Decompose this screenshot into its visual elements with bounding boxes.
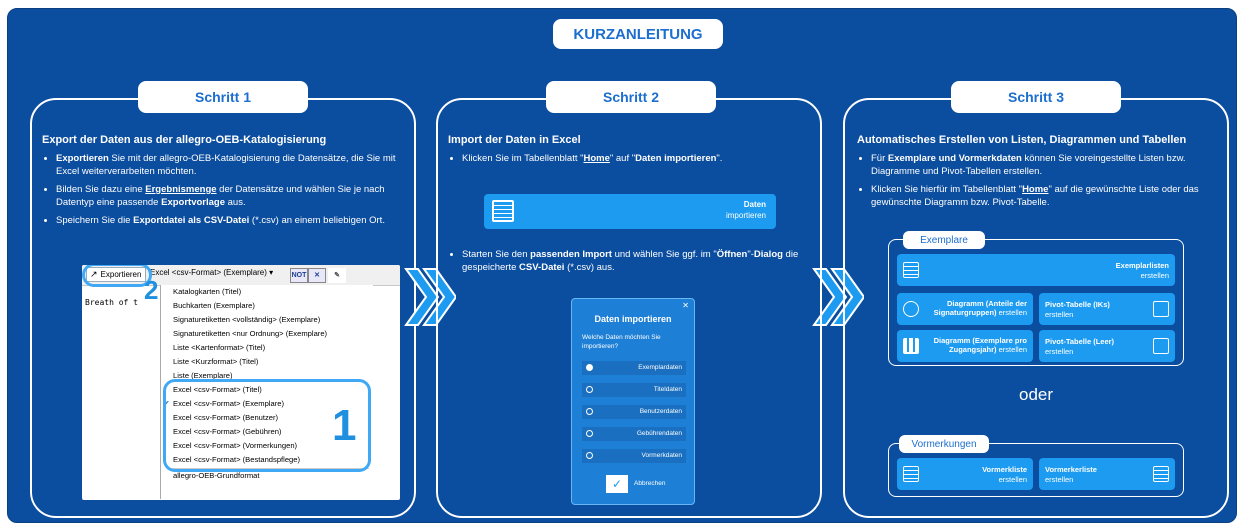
option-exemplardaten[interactable]: Exemplardaten [582, 361, 686, 375]
step-number-2: 2 [144, 275, 159, 305]
format-select[interactable]: Excel <csv-Format> (Exemplare) ▾ [150, 268, 273, 277]
close-icon[interactable]: ✕ [682, 301, 689, 310]
option-vormerkdaten[interactable]: Vormerkdaten [582, 449, 686, 463]
radio[interactable] [586, 452, 593, 459]
radio[interactable] [586, 386, 593, 393]
menu-item[interactable]: Liste <Kartenformat> (Titel) [173, 343, 265, 352]
diagram-years-tile[interactable]: Diagramm (Exemplare pro Zugangsjahr) ers… [897, 330, 1033, 362]
step3-panel: Schritt 3 Automatisches Erstellen von Li… [843, 81, 1231, 518]
menu-item[interactable]: Liste <Kurzformat> (Titel) [173, 357, 258, 366]
exemplare-group: Exemplare Exemplarlisten erstellen Diagr… [888, 231, 1184, 366]
confirm-check-button[interactable]: ✓ [606, 475, 628, 493]
page-title: KURZANLEITUNG [553, 19, 723, 49]
vormerkungen-group: Vormerkungen Vormerkliste erstellen Vorm… [888, 435, 1184, 497]
oder-text: oder [1018, 385, 1054, 404]
vormerkerliste-tile[interactable]: Vormerkerliste erstellen [1039, 458, 1175, 490]
import-button-title: Daten [743, 200, 766, 209]
vormerkliste-tile[interactable]: Vormerkliste erstellen [897, 458, 1033, 490]
step3-heading: Automatisches Erstellen von Listen, Diag… [857, 134, 1187, 146]
step2-bullets-2: Starten Sie den passenden Import und wäh… [448, 248, 822, 279]
radio[interactable] [586, 408, 593, 415]
pencil-icon[interactable]: ✎ [328, 268, 346, 283]
step2-panel: Schritt 2 Import der Daten in Excel Klic… [436, 81, 822, 518]
dialog-title: Daten importieren [594, 314, 672, 324]
table-icon [903, 466, 919, 482]
step2-heading: Import der Daten in Excel [448, 134, 581, 146]
step3-bullet-1: Für Exemplare und Vormerkdaten können Si… [871, 152, 1231, 178]
menu-item[interactable]: Buchkarten (Exemplare) [173, 301, 255, 310]
pivot-leer-tile[interactable]: Pivot-Tabelle (Leer) erstellen [1039, 330, 1175, 362]
step1-label: Schritt 1 [138, 81, 308, 113]
step3-label: Schritt 3 [951, 81, 1121, 113]
step3-bullet-2: Klicken Sie hierfür im Tabellenblatt "Ho… [871, 183, 1231, 209]
step1-panel: Schritt 1 Export der Daten aus der alleg… [30, 81, 416, 518]
option-gebuehrendaten[interactable]: Gebührendaten [582, 427, 686, 441]
step2-label: Schritt 2 [546, 81, 716, 113]
diagram-signatures-tile[interactable]: Diagramm (Anteile der Signaturgruppen) e… [897, 293, 1033, 325]
export-screenshot: ↗ Exportieren Excel <csv-Format> (Exempl… [82, 265, 400, 500]
pie-chart-icon [903, 301, 919, 317]
dialog-question: Welche Daten möchten Sie importieren? [582, 334, 661, 350]
menu-item[interactable]: allegro-OEB-Grundformat [173, 471, 260, 480]
chevron-down-icon: ▾ [269, 268, 274, 277]
menu-item[interactable]: Signaturetiketten <nur Ordnung> (Exempla… [173, 329, 327, 338]
table-icon [1153, 466, 1169, 482]
not-button[interactable]: NOT [290, 268, 308, 283]
pivot-iks-tile[interactable]: Pivot-Tabelle (IKs) erstellen [1039, 293, 1175, 325]
radio[interactable] [586, 430, 593, 437]
menu-item[interactable]: Katalogkarten (Titel) [173, 287, 241, 296]
step-number-1: 1 [332, 401, 357, 450]
record-text: Breath of t [85, 298, 138, 307]
step1-bullets: Exportieren Sie mit der allegro-OEB-Kata… [42, 152, 416, 232]
exemplarlisten-tile[interactable]: Exemplarlisten erstellen [897, 254, 1175, 286]
guide-frame: KURZANLEITUNG Schritt 1 Export der Daten… [7, 8, 1237, 523]
step1-bullet-1: Exportieren Sie mit der allegro-OEB-Kata… [56, 152, 416, 178]
pivot-table-icon [1153, 338, 1169, 354]
option-titeldaten[interactable]: Titeldaten [582, 383, 686, 397]
bar-chart-icon [903, 338, 919, 354]
step1-bullet-2: Bilden Sie dazu eine Ergebnismenge der D… [56, 183, 416, 209]
import-button-sub: importieren [725, 211, 766, 220]
cancel-button[interactable]: Abbrechen [634, 480, 665, 487]
import-dialog: ✕ Daten importieren Welche Daten möchten… [571, 298, 695, 505]
vormerkungen-label: Vormerkungen [899, 435, 989, 453]
step2-bullets-1: Klicken Sie im Tabellenblatt "Home" auf … [448, 152, 822, 170]
exemplare-label: Exemplare [903, 231, 985, 249]
step3-bullets: Für Exemplare und Vormerkdaten können Si… [857, 152, 1231, 214]
radio-selected[interactable] [586, 364, 593, 371]
step2-bullet-2: Starten Sie den passenden Import und wäh… [462, 248, 822, 274]
close-icon[interactable]: ✕ [308, 268, 326, 283]
step1-heading: Export der Daten aus der allegro-OEB-Kat… [42, 134, 327, 146]
pivot-table-icon [1153, 301, 1169, 317]
table-icon [903, 262, 919, 278]
step2-bullet-1: Klicken Sie im Tabellenblatt "Home" auf … [462, 152, 822, 165]
step1-bullet-3: Speichern Sie die Exportdatei als CSV-Da… [56, 214, 416, 227]
import-data-button[interactable]: Daten importieren [484, 194, 776, 229]
table-import-icon [492, 200, 514, 222]
export-highlight [82, 265, 152, 287]
option-benutzerdaten[interactable]: Benutzerdaten [582, 405, 686, 419]
menu-item[interactable]: Signaturetiketten <vollständig> (Exempla… [173, 315, 320, 324]
